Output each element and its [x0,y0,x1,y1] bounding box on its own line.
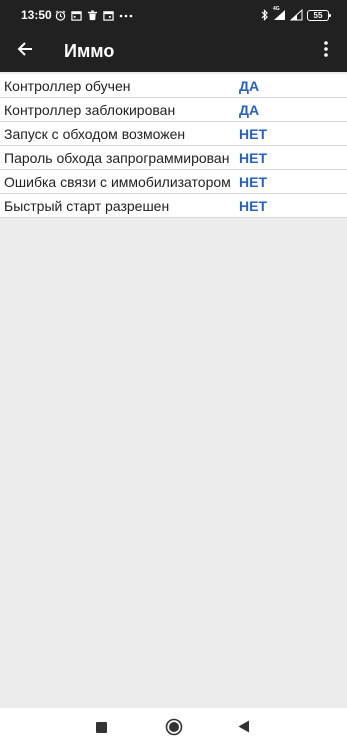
signal-type-label: 4G [273,6,280,12]
list-item: Пароль обхода запрограммирован НЕТ [0,146,347,170]
more-vertical-icon [324,40,328,62]
battery-icon: 55 [307,9,331,21]
status-value: ДА [239,102,260,118]
status-value: НЕТ [239,198,267,214]
recents-button[interactable] [90,718,112,740]
status-label: Контроллер заблокирован [4,102,176,118]
recents-square-icon [95,720,107,738]
status-time: 13:50 [21,8,52,22]
list-item: Контроллер заблокирован ДА [0,98,347,122]
status-label: Быстрый старт разрешен [4,198,170,214]
calendar-icon [103,10,114,21]
home-circle-icon [165,718,183,741]
status-label: Запуск с обходом возможен [4,126,186,142]
list-item: Ошибка связи с иммобилизатором НЕТ [0,170,347,194]
app-bar: Иммо [0,30,347,72]
list-item: Контроллер обучен ДА [0,74,347,98]
status-label: Контроллер обучен [4,78,131,94]
back-button[interactable] [8,34,42,68]
signal-icon: 4G [273,6,286,21]
immo-status-list: Контроллер обучен ДА Контроллер заблокир… [0,74,347,218]
signal-icon [290,9,303,21]
status-right-icons: 4G 55 [261,6,331,23]
status-value: ДА [239,78,260,94]
status-left-icons [55,8,133,22]
bluetooth-icon [261,9,269,21]
nav-back-button[interactable] [233,718,255,740]
top-bars: 13:50 4G 55 Иммо [0,0,347,72]
status-value: НЕТ [239,174,267,190]
list-item: Запуск с обходом возможен НЕТ [0,122,347,146]
alarm-icon [55,9,66,21]
home-button[interactable] [163,718,185,740]
back-triangle-icon [238,720,250,738]
arrow-left-icon [16,40,34,63]
status-label: Пароль обхода запрограммирован [4,150,230,166]
calendar-icon [71,10,82,21]
more-dots-icon [119,10,133,21]
trash-icon [87,9,98,21]
status-bar: 13:50 4G 55 [0,0,347,30]
page-title: Иммо [64,41,115,61]
list-item: Быстрый старт разрешен НЕТ [0,194,347,218]
status-value: НЕТ [239,126,267,142]
status-value: НЕТ [239,150,267,166]
system-nav-bar [0,708,347,750]
status-label: Ошибка связи с иммобилизатором [4,174,231,190]
overflow-menu-button[interactable] [311,34,341,68]
